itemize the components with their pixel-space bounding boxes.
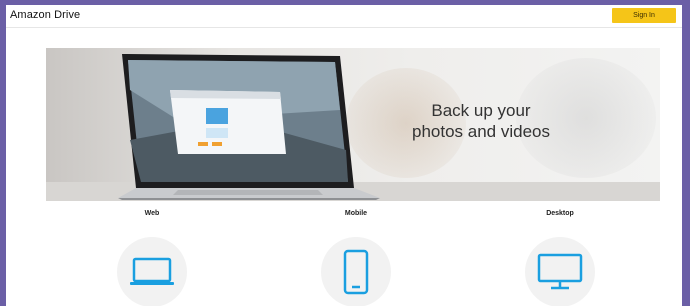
platform-mobile-circle[interactable] (321, 237, 391, 306)
platform-web-label: Web (144, 210, 160, 217)
brand-title[interactable]: Amazon Drive (10, 9, 80, 21)
amazon-drive-page: Amazon Drive Sign In Back up your photos… (6, 5, 682, 306)
platform-mobile-label: Mobile (344, 210, 368, 217)
platform-web-circle[interactable] (117, 237, 187, 306)
hero-headline-line1: Back up your (431, 101, 531, 120)
hero-banner: Back up your photos and videos (46, 48, 660, 201)
top-bar: Amazon Drive Sign In (6, 5, 682, 28)
hero-headline-line2: photos and videos (412, 122, 550, 141)
platform-options: Web Mobile Desktop (6, 210, 682, 306)
platform-desktop-circle[interactable] (525, 237, 595, 306)
platform-desktop[interactable]: Desktop (490, 210, 630, 306)
laptop-icon (130, 257, 174, 285)
platform-desktop-label: Desktop (546, 210, 574, 217)
laptop-illustration (118, 54, 380, 200)
smartphone-icon (343, 249, 369, 295)
desktop-monitor-icon (537, 253, 583, 290)
platform-web[interactable]: Web (82, 210, 222, 306)
platform-mobile[interactable]: Mobile (286, 210, 426, 306)
hero-headline: Back up your photos and videos (386, 100, 576, 142)
sign-in-button[interactable]: Sign In (612, 8, 676, 23)
